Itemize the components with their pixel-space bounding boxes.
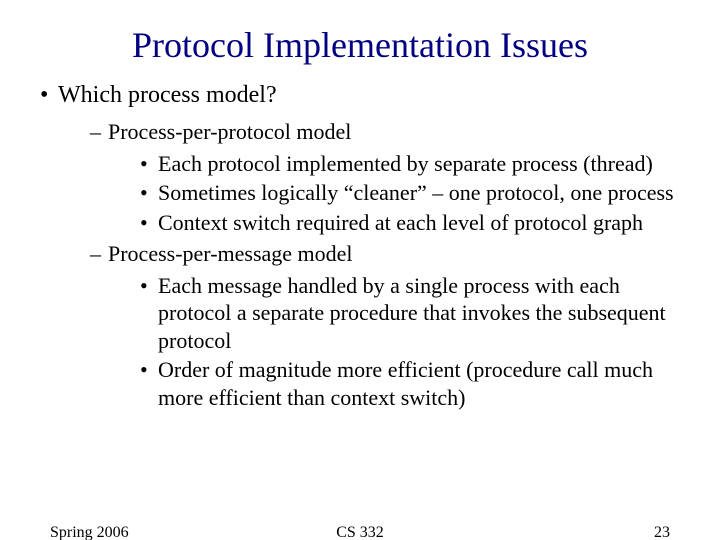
bullet-level1: •Which process model? <box>40 80 680 110</box>
bullet-dot-icon: • <box>140 356 158 384</box>
bullet-dot-icon: • <box>40 80 58 110</box>
bullet-text: Each message handled by a single process… <box>158 273 666 353</box>
slide: Protocol Implementation Issues •Which pr… <box>0 24 720 540</box>
bullet-dot-icon: • <box>140 272 158 300</box>
bullet-text: Order of magnitude more efficient (proce… <box>158 357 653 410</box>
bullet-text: Process-per-protocol model <box>108 119 351 144</box>
slide-body: •Which process model? –Process-per-proto… <box>40 80 680 411</box>
slide-footer: Spring 2006 CS 332 23 <box>0 524 720 540</box>
bullet-text: Process-per-message model <box>108 241 353 266</box>
dash-icon: – <box>90 118 108 146</box>
bullet-level2: –Process-per-protocol model <box>90 118 680 146</box>
footer-page-number: 23 <box>654 524 670 540</box>
slide-title: Protocol Implementation Issues <box>40 24 680 66</box>
bullet-text: Sometimes logically “cleaner” – one prot… <box>158 180 674 205</box>
bullet-dot-icon: • <box>140 209 158 237</box>
bullet-level3: •Context switch required at each level o… <box>140 209 680 237</box>
bullet-level3: •Order of magnitude more efficient (proc… <box>140 356 680 411</box>
bullet-text: Context switch required at each level of… <box>158 210 643 235</box>
bullet-dot-icon: • <box>140 150 158 178</box>
bullet-text: Each protocol implemented by separate pr… <box>158 151 653 176</box>
footer-left: Spring 2006 <box>50 524 129 540</box>
bullet-level3: •Each protocol implemented by separate p… <box>140 150 680 178</box>
bullet-level3: •Sometimes logically “cleaner” – one pro… <box>140 179 680 207</box>
bullet-dot-icon: • <box>140 179 158 207</box>
bullet-level3: •Each message handled by a single proces… <box>140 272 680 355</box>
bullet-text: Which process model? <box>58 82 277 108</box>
bullet-level2: –Process-per-message model <box>90 240 680 268</box>
dash-icon: – <box>90 240 108 268</box>
